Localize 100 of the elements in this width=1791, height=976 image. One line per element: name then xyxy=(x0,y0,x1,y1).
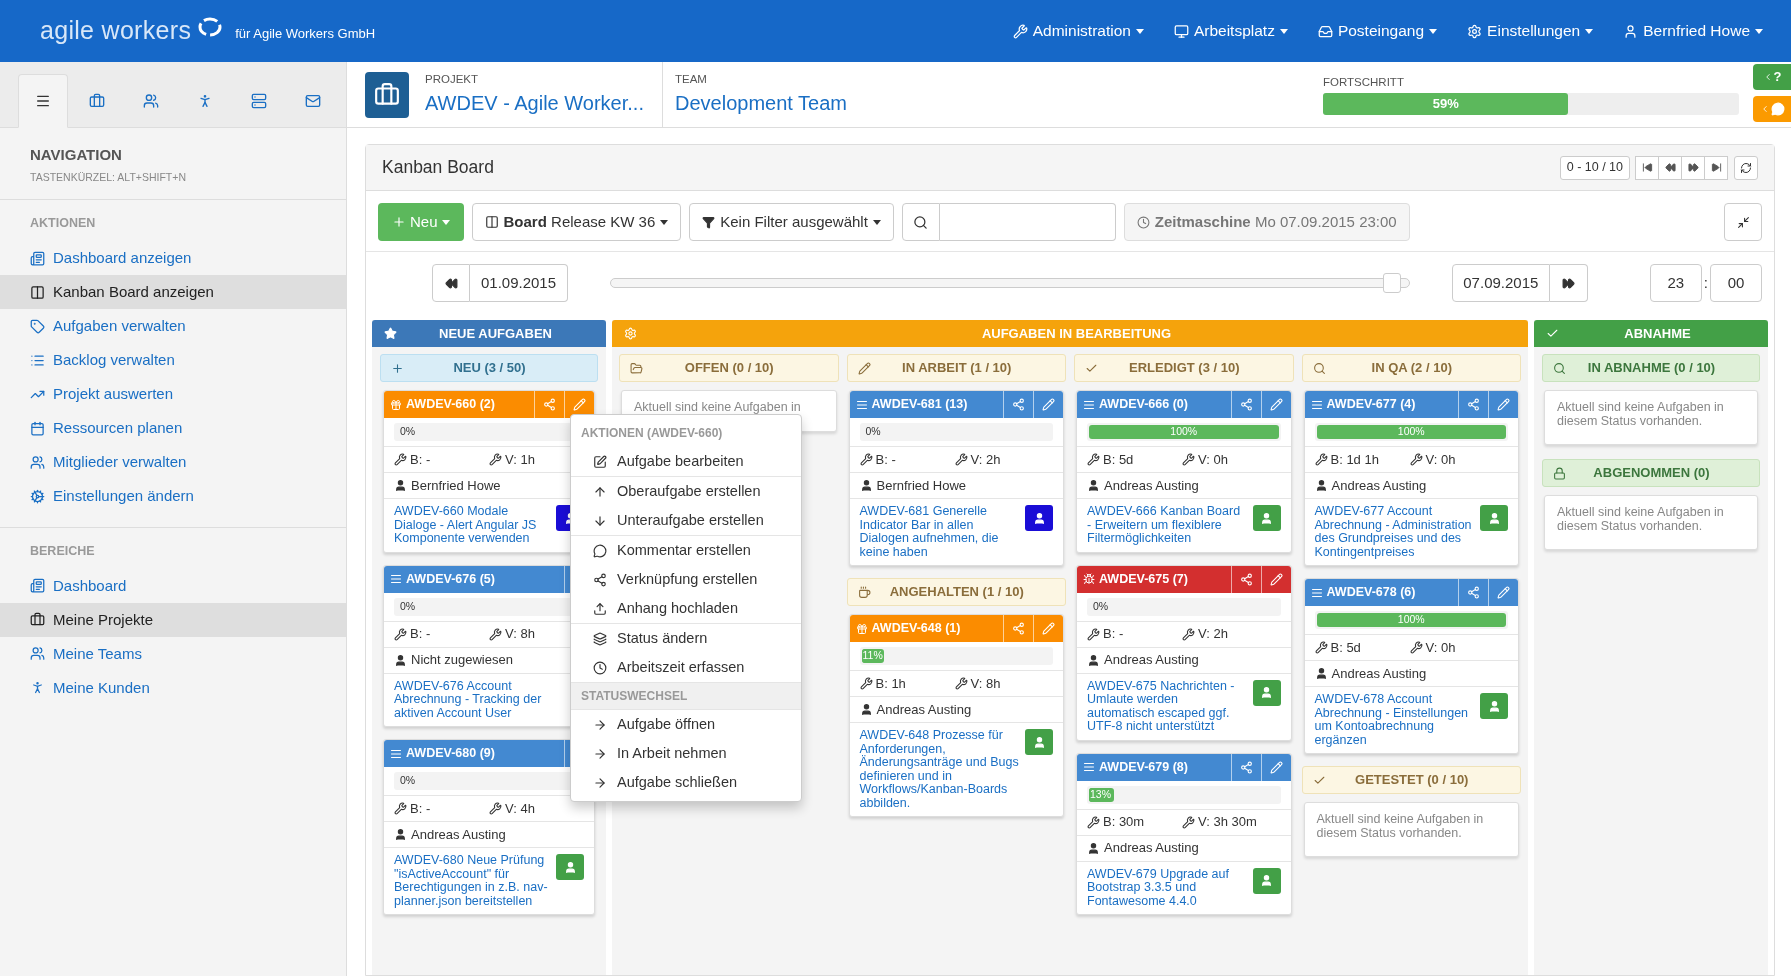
menu-item[interactable]: Status ändern xyxy=(571,624,801,653)
lane-title: ERLEDIGT (3 / 10) xyxy=(1128,359,1241,378)
wrench-icon xyxy=(1182,627,1195,641)
user-icon xyxy=(1487,699,1501,713)
list-icon xyxy=(390,573,402,585)
menu-item[interactable]: Arbeitszeit erfassen xyxy=(571,653,801,682)
arrow-right-icon xyxy=(593,746,607,761)
lock-icon xyxy=(1553,466,1566,480)
menu-item[interactable]: In Arbeit nehmen xyxy=(571,739,801,768)
search-field[interactable] xyxy=(939,203,1116,241)
menu-item[interactable]: Kommentar erstellen xyxy=(571,536,801,565)
task-title-link[interactable]: AWDEV-676 Account Abrechnung - Tracking der aktiven Account User xyxy=(394,679,550,720)
task-title-link[interactable]: AWDEV-681 Generelle Indicator Bar in allen Dialogen aufnehmen, die keine haben xyxy=(859,505,1019,559)
menu-button[interactable]: Einstellungen xyxy=(1467,19,1594,43)
task-title-link[interactable]: AWDEV-679 Upgrade auf Bootstrap 3.3.5 und Fontawesome 4.4.0 xyxy=(1087,867,1247,908)
nav-item[interactable]: Meine Teams xyxy=(0,636,346,671)
search-icon xyxy=(1312,361,1326,375)
column-title: AUFGABEN IN BEARBEITUNG xyxy=(980,324,1173,343)
caret-icon xyxy=(660,219,669,225)
filter-icon xyxy=(702,215,716,229)
minute-field[interactable]: 00 xyxy=(1710,264,1762,302)
pager-button[interactable] xyxy=(1658,155,1682,180)
task-title-link[interactable]: AWDEV-678 Account Abrechnung - Einstellungen um Kontoabrechnung ergänzen xyxy=(1314,693,1474,747)
menu-item[interactable]: Oberaufgabe erstellen xyxy=(571,477,801,506)
nav-item[interactable]: Dashboard xyxy=(0,568,346,603)
menu-item[interactable]: Aufgabe schließen xyxy=(571,768,801,797)
pager-button[interactable] xyxy=(1635,155,1659,180)
nav-item[interactable]: Backlog verwalten xyxy=(0,343,346,377)
search-button[interactable] xyxy=(901,203,940,241)
effort-text: V: 1h xyxy=(505,450,535,469)
share-icon xyxy=(1239,572,1253,586)
nav-item[interactable]: Dashboard anzeigen xyxy=(0,241,346,275)
task-title-link[interactable]: AWDEV-660 Modale Dialoge - Alert Angular JS Komponente verwenden xyxy=(394,505,550,546)
menu-item[interactable]: Aufgabe öffnen xyxy=(571,710,801,739)
edit-icon xyxy=(593,454,607,469)
previous-button[interactable] xyxy=(432,264,470,302)
budget-text: B: 5d xyxy=(1330,638,1361,657)
slider-thumb[interactable] xyxy=(1382,273,1401,293)
empty-message: Aktuell sind keine Aufgaben in diesem Status vorhanden. xyxy=(1303,802,1519,857)
next-icon xyxy=(1687,162,1699,173)
filter-select[interactable]: Kein Filter ausgewählt xyxy=(689,203,894,241)
task-title-link[interactable]: AWDEV-648 Prozesse für Anforderungen, Änderungsanträge und Bugs definieren und in Workflows/Kanban-Boards abbilden. xyxy=(859,729,1019,810)
menu-item[interactable]: Anhang hochladen xyxy=(571,594,801,623)
board-select-text: Board Release KW 36 xyxy=(503,211,656,232)
tag-icon xyxy=(30,318,45,334)
wrench-icon xyxy=(394,453,407,466)
wrench-icon xyxy=(1314,641,1328,654)
hour-field[interactable]: 23 xyxy=(1649,264,1702,302)
pager-button[interactable] xyxy=(1681,155,1705,180)
wrench-icon xyxy=(489,802,502,815)
nav-item[interactable]: Projekt auswerten xyxy=(0,377,346,411)
nav-item[interactable]: Ressourcen planen xyxy=(0,411,346,445)
nav-item[interactable]: Meine Projekte xyxy=(0,602,346,637)
nav-item[interactable]: Kanban Board anzeigen xyxy=(0,275,346,309)
caret-icon xyxy=(1279,28,1288,34)
start-date-field[interactable]: 01.09.2015 xyxy=(470,264,568,302)
user-icon xyxy=(563,860,577,874)
pencil-icon xyxy=(573,398,586,411)
assignee-text: Andreas Austing xyxy=(1331,476,1427,495)
section-title: AKTIONEN xyxy=(29,215,97,233)
inbox-icon xyxy=(1317,23,1333,39)
task-id: AWDEV-678 (6) xyxy=(1326,584,1416,602)
share-icon xyxy=(1239,398,1253,411)
end-date-field[interactable]: 07.09.2015 xyxy=(1451,264,1550,302)
progress-text: 100% xyxy=(1396,613,1426,627)
task-id: AWDEV-648 (1) xyxy=(871,620,961,638)
assignee-text: Nicht zugewiesen xyxy=(411,651,513,670)
progress-text: 100% xyxy=(1169,425,1199,439)
menu-button[interactable]: Bernfried Howe xyxy=(1623,19,1763,43)
pager-button[interactable] xyxy=(1704,155,1728,180)
menu-item[interactable]: Verknüpfung erstellen xyxy=(571,565,801,594)
nav-item[interactable]: Aufgaben verwalten xyxy=(0,309,346,343)
menu-button[interactable]: Arbeitsplatz xyxy=(1173,19,1288,43)
task-title-link[interactable]: AWDEV-675 Nachrichten - Umlaute werden automatisch escaped ggf. UTF-8 nicht unterstützt xyxy=(1087,679,1247,734)
previous-icon xyxy=(1664,162,1676,173)
menu-button[interactable]: Posteingang xyxy=(1317,19,1438,43)
nav-item[interactable]: Meine Kunden xyxy=(0,670,346,705)
upload-icon xyxy=(593,601,607,616)
chat-tab[interactable] xyxy=(1753,96,1791,122)
next-button[interactable] xyxy=(1549,264,1588,302)
menu-item[interactable]: Aufgabe bearbeiten xyxy=(571,447,801,476)
task-title-link[interactable]: AWDEV-680 Neue Prüfung "isActiveAccount" für Berechtigungen in z.B. nav-planner.json bereitstellen xyxy=(394,854,550,908)
menu-button[interactable]: Administration xyxy=(1012,19,1144,43)
comment-icon xyxy=(593,543,607,558)
refresh-button[interactable] xyxy=(1734,155,1758,180)
user-icon xyxy=(859,479,873,492)
task-title-link[interactable]: AWDEV-666 Kanban Board - Erweitern um flexiblere Filtermöglichkeiten xyxy=(1087,505,1247,546)
menu-item[interactable]: Unteraufgabe erstellen xyxy=(571,506,801,535)
user-icon xyxy=(1260,874,1273,887)
budget-text: B: - xyxy=(410,625,431,644)
task-title-link[interactable]: AWDEV-677 Account Abrechnung - Administration des Grundpreises und des Kontingentpreises xyxy=(1314,505,1474,559)
nav-item[interactable]: Mitglieder verwalten xyxy=(0,445,346,479)
wrench-icon xyxy=(1087,627,1100,641)
list-icon xyxy=(1083,761,1095,773)
board-select[interactable]: Board Release KW 36 xyxy=(471,203,682,241)
nav-item[interactable]: Einstellungen ändern xyxy=(0,479,346,513)
collapse-button[interactable] xyxy=(1724,203,1762,241)
wrench-icon xyxy=(394,627,407,641)
help-tab[interactable]: ? xyxy=(1753,64,1791,90)
avatar-button[interactable] xyxy=(1025,505,1053,531)
